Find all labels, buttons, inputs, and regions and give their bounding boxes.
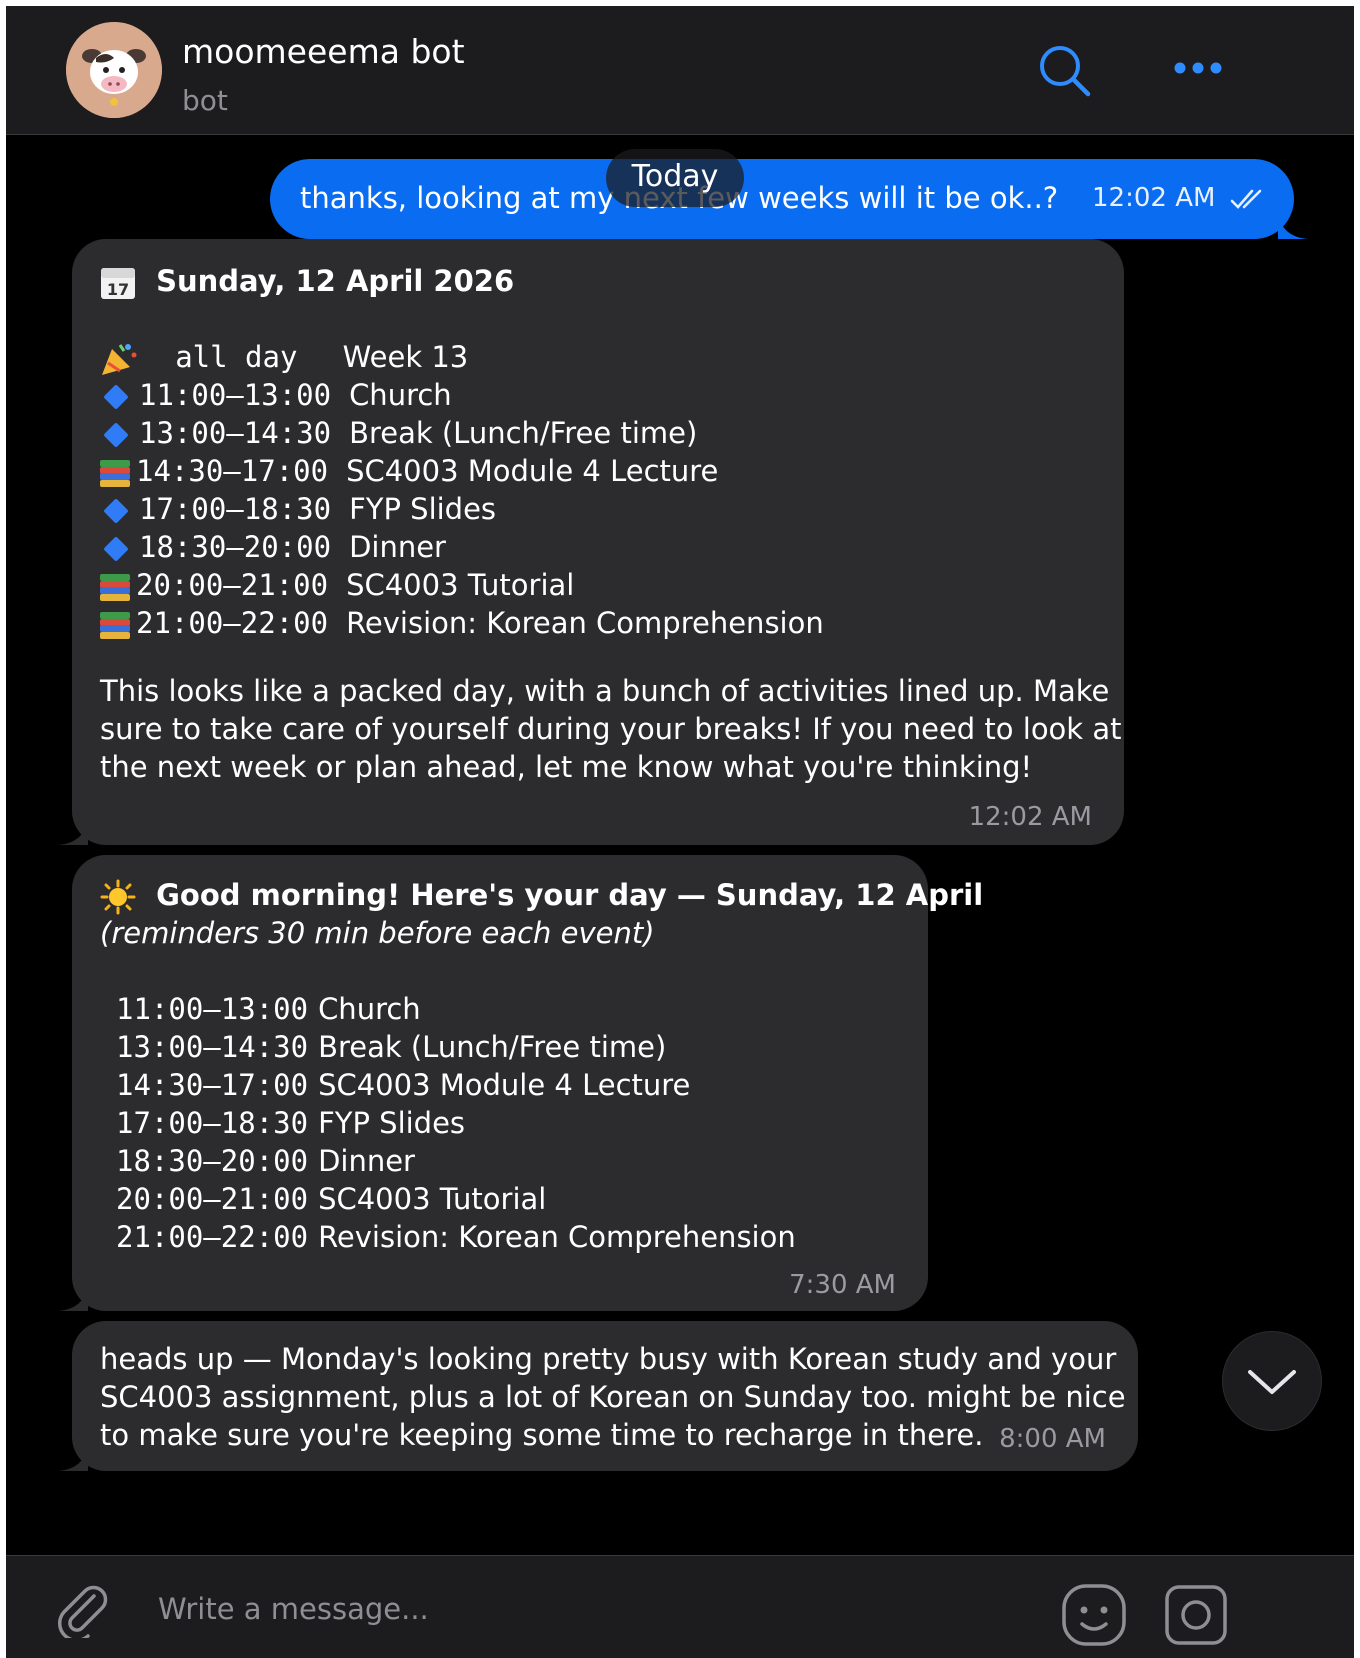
bubble-tail <box>58 1285 88 1311</box>
sun-icon <box>100 879 136 915</box>
schedule-body-line: This looks like a packed day, with a bun… <box>100 674 1110 708</box>
books-icon <box>100 574 130 601</box>
event-title: Church <box>349 378 452 412</box>
outgoing-message[interactable]: thanks, looking at my next few weeks wil… <box>270 159 1308 239</box>
schedule-event-row: 18:30–20:00 Dinner <box>100 527 446 567</box>
event-time: 14:30–17:00 <box>116 1068 309 1102</box>
schedule-title-row: 17 Sunday, 12 April 2026 <box>100 261 514 301</box>
event-time: 20:00–21:00 <box>116 1182 309 1216</box>
event-title: SC4003 Module 4 Lecture <box>346 454 719 488</box>
morning-event-row: 20:00–21:00 SC4003 Tutorial <box>116 1179 546 1219</box>
event-time: 20:00–21:00 <box>136 568 329 602</box>
message-input[interactable] <box>156 1556 1040 1658</box>
event-title: SC4003 Tutorial <box>318 1182 547 1216</box>
morning-event-row: 21:00–22:00 Revision: Korean Comprehensio… <box>116 1217 796 1257</box>
schedule-body-line: sure to take care of yourself during you… <box>100 712 1122 746</box>
message-time: 12:02 AM <box>968 802 1092 832</box>
sticker-icon[interactable] <box>1060 1582 1130 1652</box>
event-title: FYP Slides <box>349 492 497 526</box>
telegram-window: moomeeema bot bot thanks, looking at my … <box>6 6 1354 1658</box>
event-title: Church <box>318 992 421 1026</box>
event-time: 13:00–14:30 <box>139 416 332 450</box>
avatar[interactable] <box>66 22 162 118</box>
bot-morning-message[interactable]: Good morning! Here's your day — Sunday, … <box>58 855 983 1311</box>
event-time: 13:00–14:30 <box>116 1030 309 1064</box>
event-title: Revision: Korean Comprehension <box>346 606 824 640</box>
bubble-tail <box>58 819 88 845</box>
event-time: 14:30–17:00 <box>136 454 329 488</box>
morning-event-row: 14:30–17:00 SC4003 Module 4 Lecture <box>116 1065 690 1105</box>
blue-diamond-icon <box>103 384 129 410</box>
schedule-event-row: 21:00–22:00 Revision: Korean Comprehensio… <box>100 603 824 643</box>
event-time: 21:00–22:00 <box>116 1220 309 1254</box>
message-time: 7:30 AM <box>789 1270 896 1300</box>
books-icon <box>100 460 130 487</box>
event-time: 11:00–13:00 <box>139 378 332 412</box>
blue-diamond-icon <box>103 498 129 524</box>
bot-schedule-message[interactable]: 17 Sunday, 12 April 2026 all day Week 13… <box>58 239 1124 845</box>
composer-bar <box>6 1555 1354 1658</box>
morning-event-row: 13:00–14:30 Break (Lunch/Free time) <box>116 1027 666 1067</box>
schedule-event-row: 17:00–18:30 FYP Slides <box>100 489 496 529</box>
allday-event: Week 13 <box>342 340 469 374</box>
party-popper-icon <box>100 341 140 377</box>
morning-title: Good morning! Here's your day — Sunday, … <box>156 878 984 912</box>
event-title: Dinner <box>349 530 446 564</box>
calendar-icon: 17 <box>100 265 136 301</box>
books-icon <box>100 612 130 639</box>
date-separator: Today <box>606 149 744 207</box>
headsup-line: SC4003 assignment, plus a lot of Korean … <box>100 1380 1126 1414</box>
schedule-body-line: the next week or plan ahead, let me know… <box>100 750 1033 784</box>
blue-diamond-icon <box>103 422 129 448</box>
double-check-icon <box>1230 189 1261 209</box>
chat-subtitle: bot <box>182 84 228 117</box>
blue-diamond-icon <box>103 536 129 562</box>
search-icon[interactable] <box>1036 42 1092 102</box>
morning-event-row: 11:00–13:00 Church <box>116 989 421 1029</box>
cow-avatar-icon <box>66 22 162 118</box>
event-time: 17:00–18:30 <box>139 492 332 526</box>
message-time: 8:00 AM <box>999 1424 1106 1454</box>
chat-title[interactable]: moomeeema bot <box>182 32 465 71</box>
morning-event-row: 18:30–20:00 Dinner <box>116 1141 415 1181</box>
event-time: 18:30–20:00 <box>116 1144 309 1178</box>
camera-icon[interactable] <box>1164 1584 1228 1650</box>
event-title: SC4003 Tutorial <box>346 568 575 602</box>
message-time-label: 12:02 AM <box>1092 183 1216 213</box>
schedule-event-row: 11:00–13:00 Church <box>100 375 452 415</box>
morning-event-row: 17:00–18:30 FYP Slides <box>116 1103 465 1143</box>
event-time: 21:00–22:00 <box>136 606 329 640</box>
morning-title-row: Good morning! Here's your day — Sunday, … <box>100 875 983 915</box>
bubble-tail <box>58 1445 88 1471</box>
chevron-down-icon <box>1248 1370 1296 1394</box>
event-time: 17:00–18:30 <box>116 1106 309 1140</box>
event-time: 18:30–20:00 <box>139 530 332 564</box>
bubble-tail <box>1278 213 1308 239</box>
message-list[interactable]: thanks, looking at my next few weeks wil… <box>6 135 1354 1555</box>
event-title: FYP Slides <box>318 1106 466 1140</box>
scroll-down-button[interactable] <box>1222 1331 1322 1431</box>
event-title: Revision: Korean Comprehension <box>318 1220 796 1254</box>
event-time: 11:00–13:00 <box>116 992 309 1026</box>
attach-icon[interactable] <box>54 1582 110 1642</box>
more-icon[interactable] <box>1172 58 1224 82</box>
morning-subtitle: (reminders 30 min before each event) <box>100 916 655 950</box>
allday-label: all day <box>175 340 298 374</box>
headsup-line: heads up — Monday's looking pretty busy … <box>100 1342 1117 1376</box>
allday-row: all day Week 13 <box>100 337 468 377</box>
schedule-event-row: 20:00–21:00 SC4003 Tutorial <box>100 565 574 605</box>
chat-header: moomeeema bot bot <box>6 6 1354 135</box>
message-time: 12:02 AM <box>1092 183 1266 213</box>
event-title: Dinner <box>318 1144 415 1178</box>
event-title: Break (Lunch/Free time) <box>349 416 698 450</box>
schedule-event-row: 14:30–17:00 SC4003 Module 4 Lecture <box>100 451 718 491</box>
svg-text:17: 17 <box>107 280 129 299</box>
event-title: Break (Lunch/Free time) <box>318 1030 667 1064</box>
headsup-line: to make sure you're keeping some time to… <box>100 1418 984 1452</box>
schedule-event-row: 13:00–14:30 Break (Lunch/Free time) <box>100 413 697 453</box>
event-title: SC4003 Module 4 Lecture <box>318 1068 691 1102</box>
schedule-title: Sunday, 12 April 2026 <box>156 264 515 298</box>
bot-headsup-message[interactable]: heads up — Monday's looking pretty busy … <box>58 1321 1138 1471</box>
